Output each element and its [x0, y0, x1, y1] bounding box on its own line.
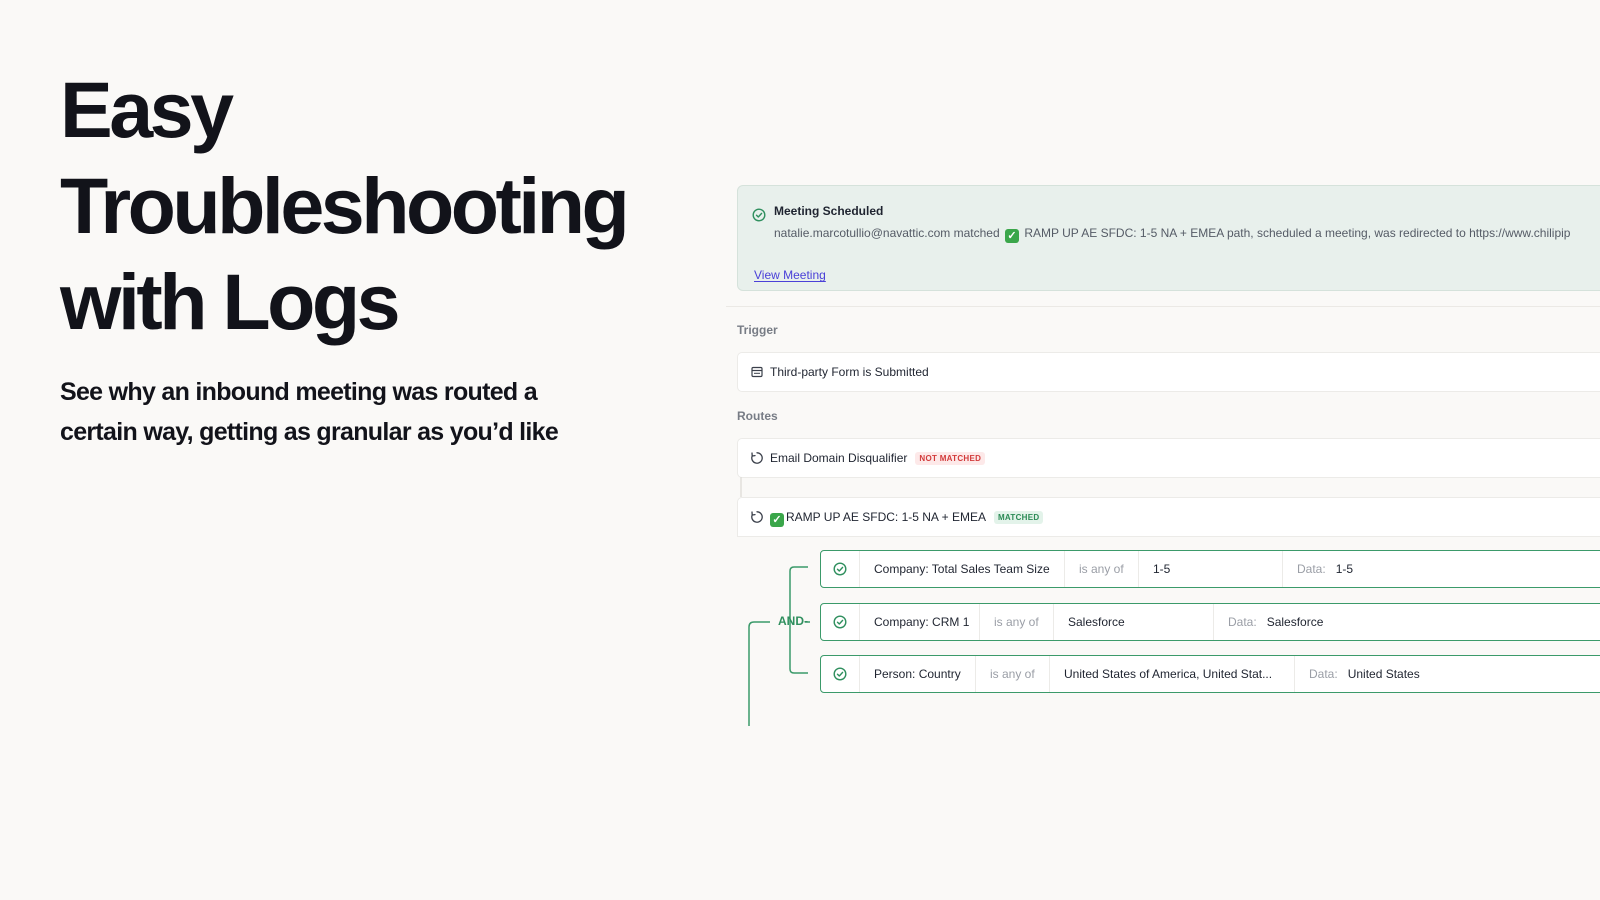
- condition-field: Company: Total Sales Team Size: [859, 551, 1064, 587]
- condition-data-value: Salesforce: [1266, 615, 1324, 629]
- condition-data-label: Data:: [1228, 615, 1257, 629]
- condition-value: United States of America, United Stat...: [1049, 656, 1294, 692]
- condition-row[interactable]: Company: Total Sales Team Size is any of…: [820, 550, 1600, 588]
- condition-data: Data: United States: [1294, 656, 1600, 692]
- hero-title-line: with Logs: [60, 257, 401, 346]
- condition-data-value: United States: [1347, 667, 1420, 681]
- condition-operator: is any of: [975, 656, 1049, 692]
- checkmark-emoji-icon: ✓: [770, 513, 784, 527]
- condition-operator: is any of: [1064, 551, 1138, 587]
- condition-data: Data: Salesforce: [1213, 604, 1600, 640]
- hero-title-line: Easy: [60, 65, 234, 154]
- log-panel: Meeting Scheduled natalie.marcotullio@na…: [726, 170, 1600, 726]
- hero-title: Easy Troubleshooting with Logs: [60, 62, 700, 350]
- hero-title-line: Troubleshooting: [60, 161, 630, 250]
- condition-data-label: Data:: [1309, 667, 1338, 681]
- condition-data-label: Data:: [1297, 562, 1326, 576]
- and-operator-label: AND-: [778, 614, 808, 628]
- route-name: RAMP UP AE SFDC: 1-5 NA + EMEA: [786, 510, 986, 524]
- route-label: ✓ RAMP UP AE SFDC: 1-5 NA + EMEA MATCHED: [770, 510, 1044, 527]
- condition-operator: is any of: [979, 604, 1053, 640]
- condition-value: Salesforce: [1053, 604, 1213, 640]
- condition-field: Company: CRM 1: [859, 604, 979, 640]
- check-circle-icon: [833, 615, 847, 629]
- route-connector-lines: [740, 477, 810, 726]
- condition-data: Data: 1-5: [1282, 551, 1600, 587]
- matched-badge: MATCHED: [993, 511, 1044, 524]
- condition-row[interactable]: Company: CRM 1 is any of Salesforce Data…: [820, 603, 1600, 641]
- check-circle-icon: [833, 667, 847, 681]
- hero-subtitle: See why an inbound meeting was routed a …: [60, 378, 559, 446]
- route-row-ramp-up[interactable]: ✓ RAMP UP AE SFDC: 1-5 NA + EMEA MATCHED: [737, 497, 1600, 537]
- route-icon: [751, 511, 763, 523]
- condition-data-value: 1-5: [1335, 562, 1354, 576]
- check-circle-icon: [833, 562, 847, 576]
- condition-field: Person: Country: [859, 656, 975, 692]
- condition-value: 1-5: [1138, 551, 1282, 587]
- condition-row[interactable]: Person: Country is any of United States …: [820, 655, 1600, 693]
